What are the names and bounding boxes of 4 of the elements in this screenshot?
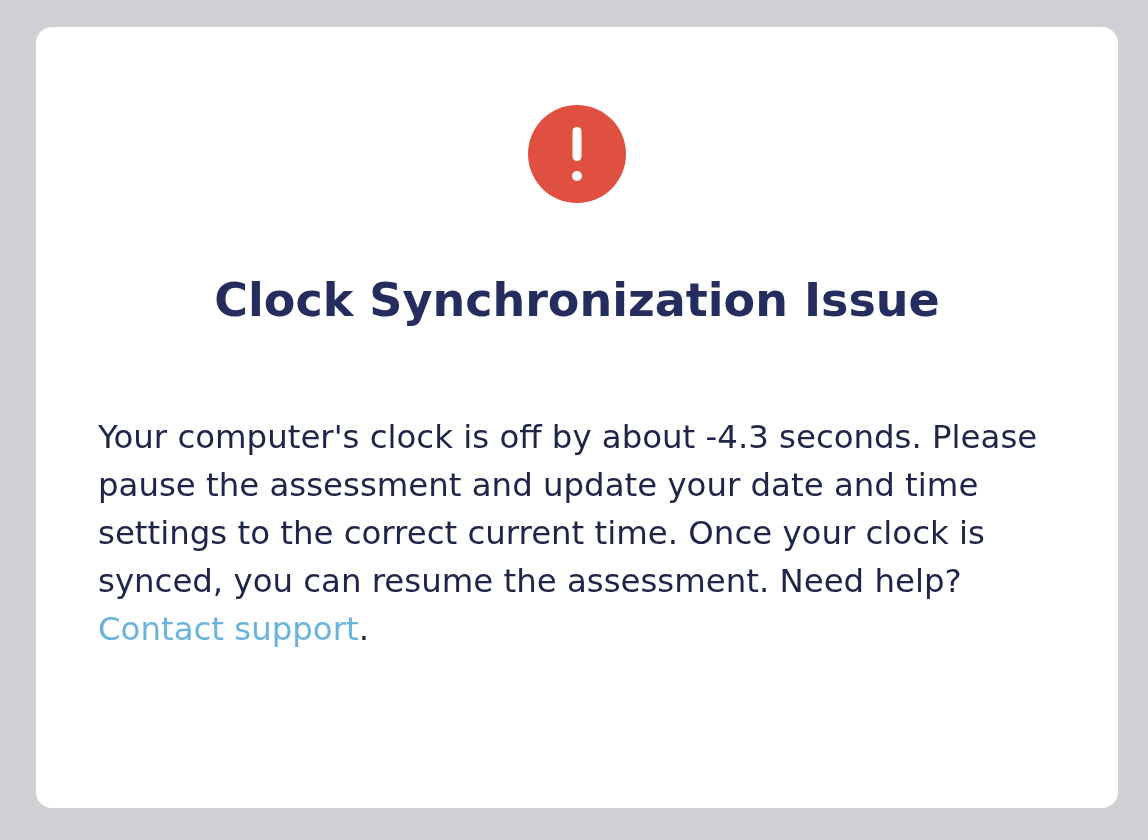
dialog-title: Clock Synchronization Issue (214, 272, 940, 329)
dialog-message: Your computer's clock is off by about -4.3 seconds. Please pause the assessment and update your date and time settings to the correct current time. Once your clock is synced, you can resume the assessment. Need help? Contact support. (98, 417, 1039, 650)
contact-support-link[interactable]: Contact support (98, 610, 359, 648)
exclamation-icon (528, 105, 626, 203)
